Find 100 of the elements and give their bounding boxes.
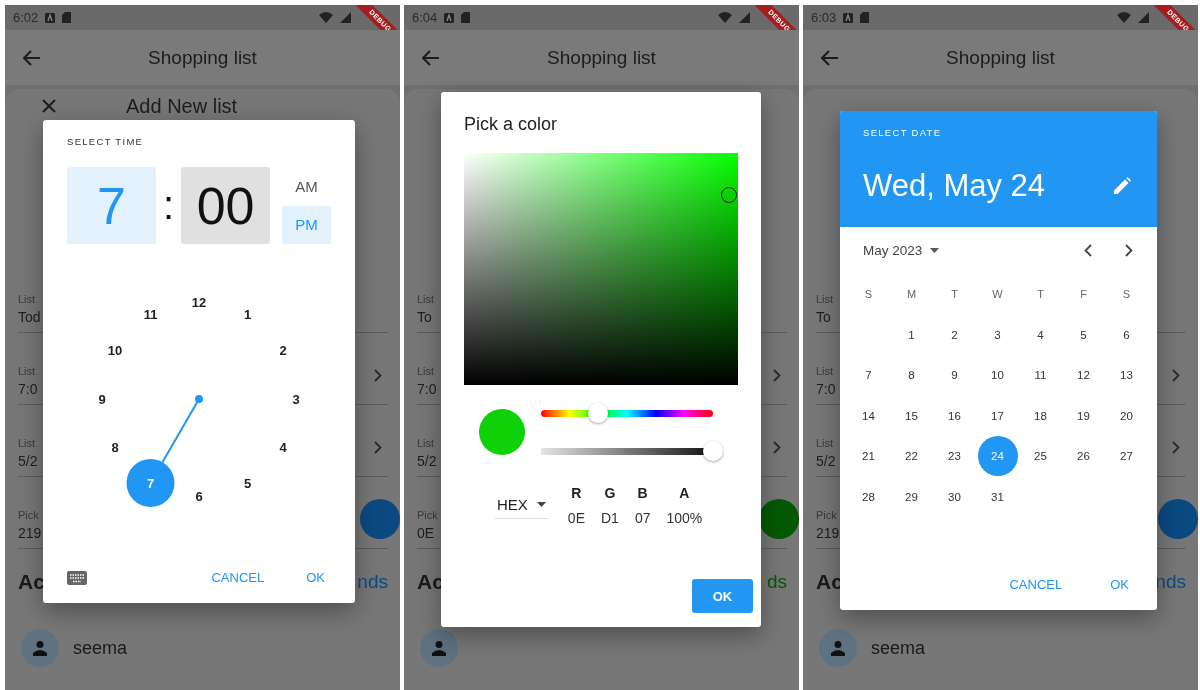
chevron-right-icon[interactable] (1125, 244, 1133, 257)
chevron-left-icon[interactable] (1084, 244, 1092, 257)
weekday-label: S (1121, 287, 1132, 303)
field-label: List (18, 437, 37, 449)
field-value[interactable]: 5/2 (18, 453, 44, 469)
calendar-day[interactable]: 28 (848, 476, 889, 517)
clock-number[interactable]: 4 (279, 440, 287, 455)
wifi-icon (718, 12, 732, 23)
app-title: Shopping list (945, 46, 1056, 69)
calendar-day[interactable]: 6 (1106, 314, 1147, 355)
channel-label: B (637, 485, 648, 501)
channel-value: 0E (567, 510, 585, 526)
calendar-day[interactable]: 27 (1106, 436, 1147, 477)
field-value[interactable]: 0E (417, 525, 443, 541)
field-value[interactable]: To (816, 309, 842, 325)
calendar-day[interactable]: 2 (934, 314, 975, 355)
round-button[interactable] (759, 499, 799, 539)
calendar-day[interactable]: 7 (848, 355, 889, 396)
field-value[interactable]: 5/2 (816, 453, 842, 469)
calendar-day[interactable]: 14 (848, 395, 889, 436)
weekday-label: M (905, 287, 918, 303)
channel-value: D1 (600, 510, 619, 526)
clock-number[interactable]: 2 (279, 343, 287, 358)
color-area[interactable] (464, 153, 738, 385)
sd-card-icon (860, 12, 870, 23)
back-arrow-icon[interactable] (821, 49, 839, 66)
field-label: List (18, 293, 37, 305)
channel-label: R (571, 485, 582, 501)
member-name: seema (73, 637, 128, 659)
back-arrow-icon[interactable] (23, 49, 41, 66)
clock-number[interactable]: 3 (292, 391, 300, 407)
calendar-day[interactable]: 15 (891, 395, 932, 436)
calendar-day[interactable]: 23 (934, 436, 975, 477)
month-dropdown[interactable]: May 2023 (863, 243, 940, 258)
close-icon[interactable] (42, 99, 56, 113)
channel-value: 100% (666, 510, 703, 526)
format-dropdown[interactable]: HEX (495, 492, 548, 519)
slider-thumb[interactable] (587, 403, 608, 423)
signal-icon (1138, 12, 1149, 23)
member-name: seema (871, 637, 926, 659)
calendar-day[interactable]: 8 (891, 355, 932, 396)
period-toggle[interactable]: AM (282, 167, 331, 206)
status-time: 6:02 (13, 10, 39, 25)
field-label: List (18, 365, 37, 377)
keyboard-icon[interactable] (67, 570, 87, 585)
field-value[interactable]: 5/2 (417, 453, 443, 469)
clock-number[interactable]: 1 (243, 307, 252, 323)
back-arrow-icon[interactable] (422, 49, 440, 66)
field-label: List (816, 293, 835, 305)
calendar-day[interactable]: 13 (1106, 355, 1147, 396)
dialog-title: Pick a color (464, 114, 559, 135)
calendar-day[interactable]: 30 (934, 476, 975, 517)
slider-thumb[interactable] (703, 441, 723, 461)
calendar-day[interactable]: 1 (891, 314, 932, 355)
field-label: List (417, 365, 436, 377)
clock-number[interactable]: 5 (243, 475, 252, 491)
calendar-day[interactable]: 26 (1063, 436, 1104, 477)
calendar-day[interactable]: 9 (934, 355, 975, 396)
calendar-day[interactable]: 29 (891, 476, 932, 517)
clock-number[interactable]: 6 (195, 488, 203, 504)
field-label: Pick (417, 509, 439, 521)
minute-field[interactable]: 00 (181, 167, 270, 244)
calendar-day[interactable]: 17 (977, 395, 1018, 436)
channel-value: 07 (634, 510, 651, 526)
clock-number[interactable]: 8 (111, 440, 119, 455)
time-separator: : (161, 183, 176, 228)
calendar-day[interactable]: 22 (891, 436, 932, 477)
person-icon (830, 640, 846, 656)
clock-number[interactable]: 12 (191, 294, 207, 310)
person-icon (32, 640, 48, 656)
field-value[interactable]: To (417, 309, 443, 325)
weekday-label: T (1036, 287, 1045, 303)
signal-icon (340, 12, 351, 23)
clock-number[interactable]: 11 (143, 307, 158, 323)
clock-number[interactable]: 10 (107, 343, 123, 358)
weekday-label: F (1079, 287, 1088, 303)
field-label: List (816, 365, 835, 377)
field-label: List (417, 293, 436, 305)
calendar-day[interactable]: 10 (977, 355, 1018, 396)
sd-card-icon (62, 12, 72, 23)
calendar-day[interactable]: 20 (1106, 395, 1147, 436)
pencil-icon[interactable] (1113, 177, 1131, 195)
dialog-title: SELECT DATE (863, 127, 943, 138)
field-value[interactable]: Tod (18, 309, 44, 325)
app-title: Shopping list (147, 46, 258, 69)
clock-number[interactable]: 9 (98, 391, 106, 407)
calendar-day[interactable]: 12 (1063, 355, 1104, 396)
calendar-day[interactable]: 31 (977, 476, 1018, 517)
section-title: Ac (18, 570, 45, 594)
calendar-day[interactable]: 18 (1020, 395, 1061, 436)
calendar-day[interactable]: 19 (1063, 395, 1104, 436)
calendar-day[interactable]: 4 (1020, 314, 1061, 355)
calendar-day[interactable]: 25 (1020, 436, 1061, 477)
calendar-day[interactable]: 21 (848, 436, 889, 477)
calendar-day[interactable]: 3 (977, 314, 1018, 355)
calendar-day[interactable]: 11 (1020, 355, 1061, 396)
calendar-day[interactable]: 5 (1063, 314, 1104, 355)
calendar-day[interactable]: 16 (934, 395, 975, 436)
wifi-icon (1117, 12, 1131, 23)
notification-icon (843, 12, 854, 23)
